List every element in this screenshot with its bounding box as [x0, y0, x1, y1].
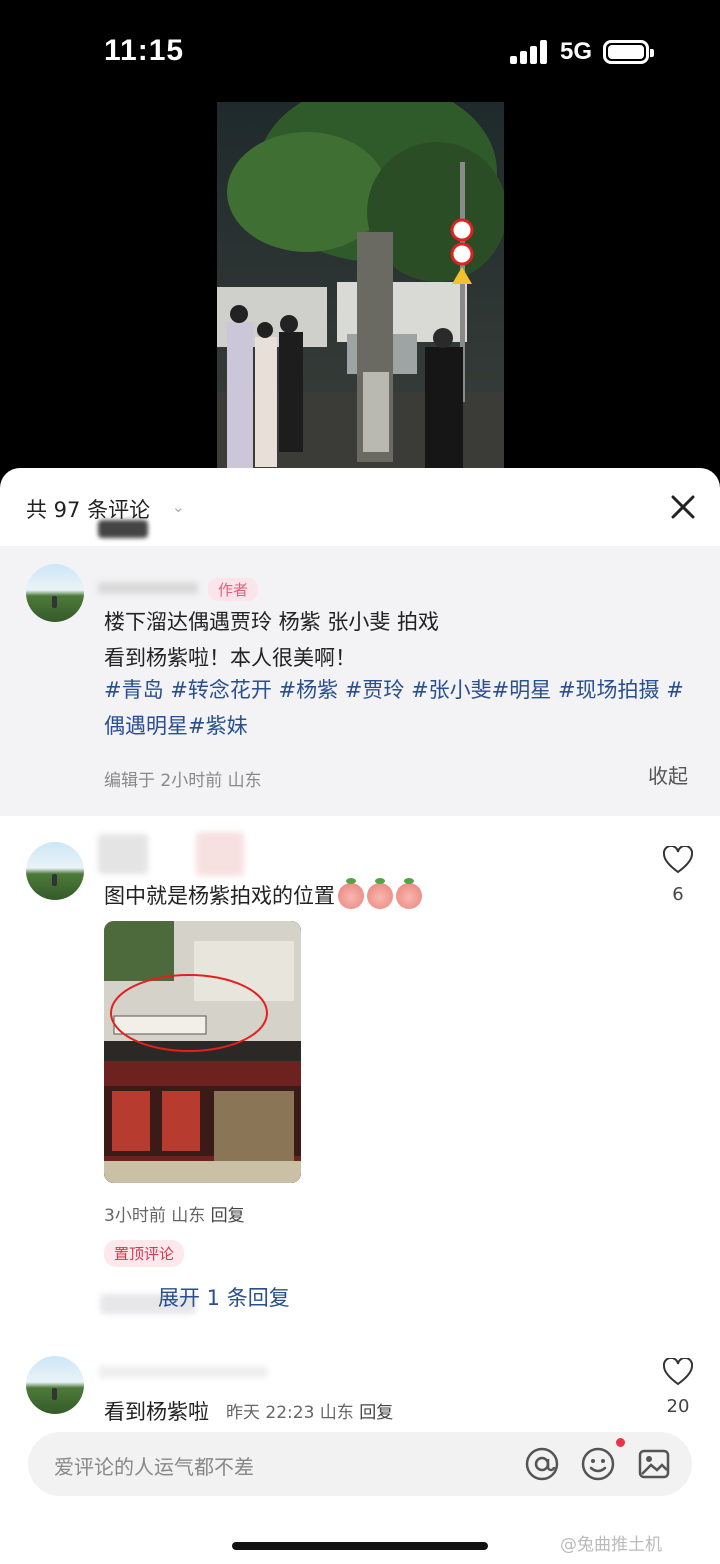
home-indicator: [232, 1542, 488, 1550]
comment-input[interactable]: 爱评论的人运气都不差: [28, 1432, 692, 1496]
post-text-line-2: 看到杨紫啦！本人很美啊！: [104, 646, 356, 670]
expand-replies-button[interactable]: 展开 1 条回复: [158, 1282, 290, 1312]
comment-text: 看到杨紫啦: [104, 1400, 209, 1424]
image-icon[interactable]: [636, 1446, 672, 1482]
emoji-icon[interactable]: [580, 1446, 616, 1482]
comment-meta: 3小时前 山东 回复: [104, 1201, 245, 1226]
notification-dot: [616, 1438, 625, 1447]
at-icon[interactable]: [524, 1446, 560, 1482]
username-redacted: [98, 834, 148, 874]
close-icon[interactable]: [664, 488, 702, 526]
author-post[interactable]: 作者 楼下溜达偶遇贾玲 杨紫 张小斐 拍戏 看到杨紫啦！本人很美啊！ #青岛 #…: [0, 546, 720, 816]
heart-icon[interactable]: [663, 846, 693, 874]
emoji-icon: [396, 878, 422, 909]
post-hashtags[interactable]: #青岛 #转念花开 #杨紫 #贾玲 #张小斐#明星 #现场拍摄 #偶遇明星#紫妹: [104, 672, 694, 744]
like-count: 20: [666, 1396, 690, 1417]
comment-time: 3小时前 山东: [104, 1206, 206, 1226]
status-bar: 11:15 5G: [0, 0, 720, 100]
reply-button[interactable]: 回复: [359, 1403, 393, 1423]
signal-icon: [510, 40, 550, 64]
avatar[interactable]: [26, 1356, 84, 1414]
comment-text-content: 图中就是杨紫拍戏的位置: [104, 884, 335, 908]
reply-button[interactable]: 回复: [211, 1206, 245, 1226]
comment-sheet: 共 97 条评论 ⌄ 作者 楼下溜达偶遇贾玲 杨紫 张小斐 拍戏 看到杨紫啦！本…: [0, 468, 720, 1564]
comment-photo: [104, 921, 301, 1183]
sheet-header: 共 97 条评论 ⌄: [0, 468, 720, 546]
like-count: 6: [672, 884, 684, 905]
emoji-icon: [338, 878, 364, 909]
comment-input-placeholder[interactable]: 爱评论的人运气都不差: [54, 1451, 254, 1480]
pinned-badge: 置顶评论: [104, 1240, 185, 1267]
chevron-down-icon[interactable]: ⌄: [172, 498, 185, 516]
network-label: 5G: [560, 38, 593, 65]
emoji-icon: [367, 878, 393, 909]
username-redacted: [98, 582, 198, 594]
comment-meta: 昨天 22:23 山东 回复: [226, 1398, 393, 1423]
heart-icon[interactable]: [663, 1358, 693, 1386]
post-edit-time: 编辑于 2小时前 山东: [104, 771, 262, 791]
comment-text: 图中就是杨紫拍戏的位置: [104, 878, 422, 910]
username-redacted: [98, 1366, 268, 1378]
username-redacted: [196, 832, 244, 876]
video-frame: [217, 102, 504, 470]
redaction: [98, 520, 148, 538]
comment-time: 昨天 22:23 山东: [226, 1403, 354, 1423]
battery-icon: [603, 40, 654, 64]
avatar[interactable]: [26, 842, 84, 900]
status-time: 11:15: [104, 34, 185, 67]
video-player[interactable]: [217, 102, 504, 470]
collapse-button[interactable]: 收起: [648, 760, 688, 789]
avatar[interactable]: [26, 564, 84, 622]
author-badge: 作者: [208, 578, 259, 601]
post-text-line-1: 楼下溜达偶遇贾玲 杨紫 张小斐 拍戏: [104, 610, 440, 634]
comment-image[interactable]: [104, 921, 301, 1183]
watermark: @兔曲推土机: [560, 1535, 662, 1555]
